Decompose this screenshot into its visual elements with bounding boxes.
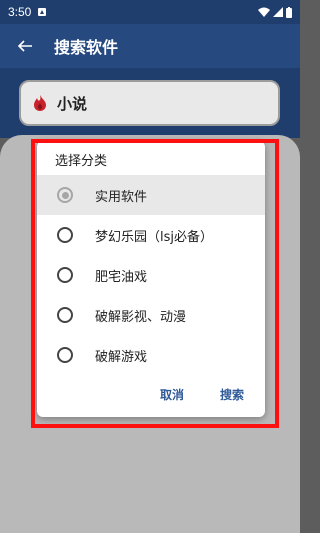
battery-icon [286, 6, 292, 18]
search-input-value: 小说 [57, 94, 88, 113]
option-label: 实用软件 [95, 189, 148, 205]
option-label: 破解影视、动漫 [95, 309, 187, 325]
back-arrow-icon[interactable] [14, 35, 36, 57]
category-option-2[interactable]: 梦幻乐园（lsj必备） [37, 215, 265, 255]
app-bar: 搜索软件 [0, 24, 300, 68]
option-label: 破解游戏 [95, 349, 148, 365]
dialog-title: 选择分类 [55, 154, 108, 169]
notification-icon [38, 8, 47, 16]
category-option-1[interactable]: 实用软件 [37, 175, 265, 215]
radio-icon[interactable] [57, 307, 73, 323]
cancel-button[interactable]: 取消 [160, 386, 184, 403]
radio-icon[interactable] [57, 227, 73, 243]
radio-icon[interactable] [57, 267, 73, 283]
wifi-icon [258, 7, 270, 17]
option-label: 梦幻乐园（lsj必备） [95, 229, 213, 245]
search-input[interactable]: 小说 [19, 80, 280, 126]
category-option-4[interactable]: 破解影视、动漫 [37, 295, 265, 335]
page-title: 搜索软件 [54, 38, 119, 57]
search-button[interactable]: 搜索 [220, 386, 244, 403]
signal-icon [273, 7, 283, 17]
status-time: 3:50 [8, 5, 32, 19]
status-bar: 3:50 [0, 0, 300, 24]
category-dialog: 选择分类 实用软件 梦幻乐园（lsj必备） 肥宅油戏 破解影视、动漫 破解游戏 … [37, 141, 265, 417]
status-icons [258, 6, 292, 18]
category-option-3[interactable]: 肥宅油戏 [37, 255, 265, 295]
option-label: 肥宅油戏 [95, 269, 148, 285]
flame-icon [31, 94, 49, 112]
radio-icon[interactable] [57, 347, 73, 363]
category-option-5[interactable]: 破解游戏 [37, 335, 265, 375]
radio-selected-icon[interactable] [57, 187, 73, 203]
